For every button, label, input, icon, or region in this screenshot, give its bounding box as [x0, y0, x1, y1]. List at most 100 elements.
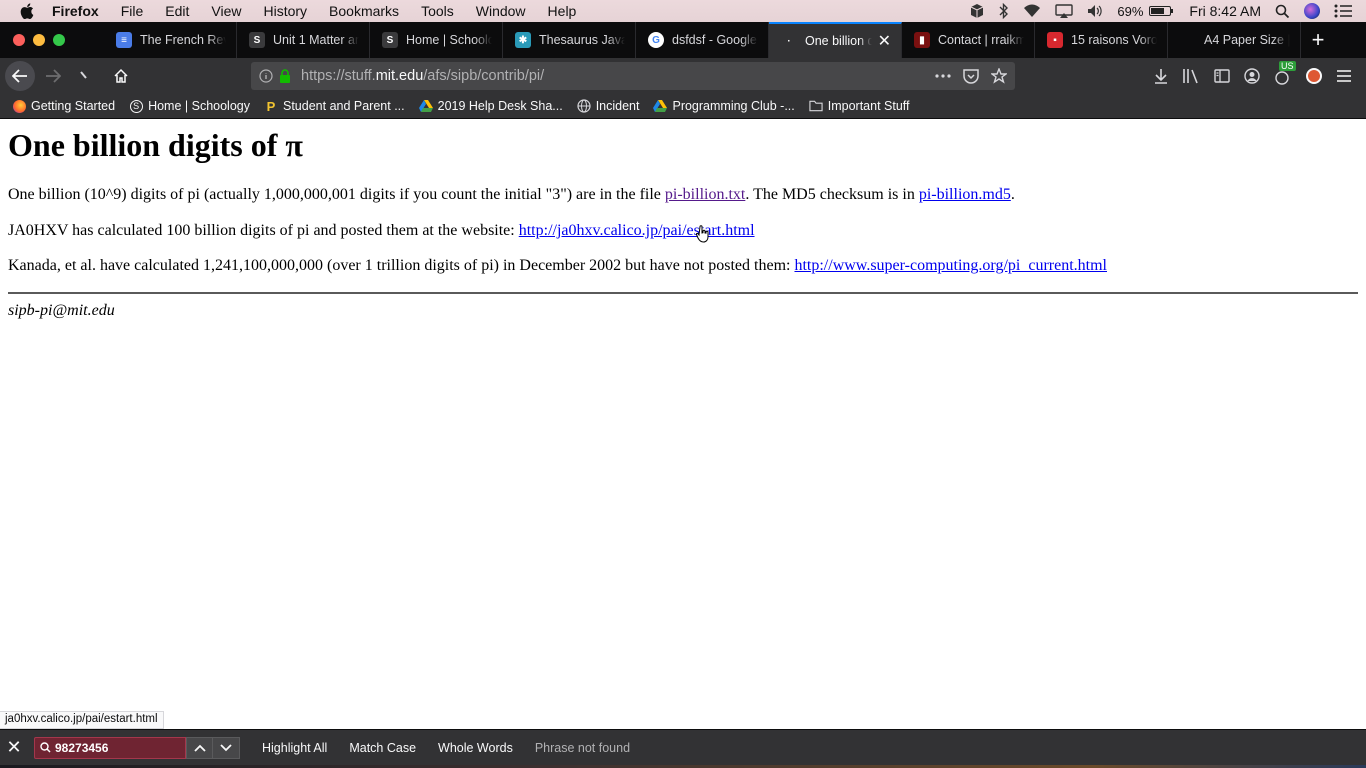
drive-icon [418, 99, 433, 113]
bookmark-label: Student and Parent ... [283, 99, 405, 113]
downloads-icon[interactable] [1154, 68, 1168, 84]
tab-title: A4 Paper Size | All info [1204, 33, 1290, 47]
account-icon[interactable] [1244, 68, 1260, 84]
clock[interactable]: Fri 8:42 AM [1189, 3, 1261, 19]
wifi-icon[interactable] [1023, 4, 1041, 18]
bookmark-label: 2019 Help Desk Sha... [437, 99, 563, 113]
stop-loading-button[interactable] [71, 62, 99, 90]
library-icon[interactable] [1182, 68, 1200, 84]
menu-app-name[interactable]: Firefox [52, 3, 99, 19]
back-button[interactable] [5, 61, 35, 91]
tab-strip: ≡ The French Revolution S Unit 1 Matter and… [0, 22, 1366, 58]
menu-bookmarks[interactable]: Bookmarks [329, 3, 399, 19]
bluetooth-icon[interactable] [999, 3, 1009, 19]
macos-menubar: Firefox File Edit View History Bookmarks… [0, 0, 1366, 22]
link-status-bar: ja0hxv.calico.jp/pai/estart.html [0, 711, 164, 729]
menu-view[interactable]: View [211, 3, 241, 19]
close-tab-icon[interactable]: ✕ [878, 31, 891, 51]
whole-words-toggle[interactable]: Whole Words [438, 741, 513, 755]
siri-icon[interactable] [1304, 3, 1320, 19]
hamburger-menu-icon[interactable] [1336, 69, 1352, 83]
notification-center-icon[interactable] [1334, 4, 1352, 18]
bookmark-star-icon[interactable] [991, 68, 1007, 84]
match-case-toggle[interactable]: Match Case [349, 741, 416, 755]
apple-icon[interactable] [20, 3, 34, 19]
url-text[interactable]: https://stuff.mit.edu/afs/sipb/contrib/p… [301, 68, 544, 84]
url-bar[interactable]: https://stuff.mit.edu/afs/sipb/contrib/p… [251, 62, 1015, 90]
bookmark-item-6[interactable]: Important Stuff [809, 99, 910, 113]
firefox-icon [12, 99, 26, 113]
battery-percent[interactable]: 69% [1117, 4, 1143, 19]
sidebar-icon[interactable] [1214, 69, 1230, 83]
find-previous-button[interactable] [186, 736, 213, 759]
close-window-button[interactable] [13, 34, 25, 46]
info-icon[interactable] [259, 69, 273, 83]
battery-icon[interactable] [1149, 6, 1174, 16]
schoology-icon: S [129, 99, 143, 113]
find-input[interactable] [55, 740, 180, 755]
tab-5[interactable]: · One billion digits ✕ [769, 22, 902, 58]
paragraph-text: JA0HXV has calculated 100 billion digits… [8, 222, 519, 239]
page-actions-icon[interactable] [935, 74, 951, 78]
bookmark-item-1[interactable]: S Home | Schoology [129, 99, 250, 113]
chevron-down-icon [220, 743, 232, 751]
bookmark-label: Programming Club -... [672, 99, 795, 113]
tab-1[interactable]: S Unit 1 Matter and [237, 22, 370, 58]
extension-vpn-icon[interactable]: US [1274, 61, 1296, 85]
google-icon: G [648, 32, 664, 48]
docs-icon: ≡ [116, 32, 132, 48]
menu-file[interactable]: File [121, 3, 144, 19]
bookmark-item-4[interactable]: Incident [577, 99, 639, 113]
tab-6[interactable]: ▮ Contact | rraikmann [902, 22, 1035, 58]
navigation-toolbar: https://stuff.mit.edu/afs/sipb/contrib/p… [0, 58, 1366, 94]
home-button[interactable] [107, 62, 135, 90]
minimize-window-button[interactable] [33, 34, 45, 46]
menu-history[interactable]: History [263, 3, 307, 19]
tab-title: Contact | rraikmann [938, 33, 1024, 47]
tab-4[interactable]: Gdsfdsf - Google Sheets [636, 22, 769, 58]
paragraph-text: One billion (10^9) digits of pi (actuall… [8, 186, 665, 203]
new-tab-button[interactable]: + [1301, 22, 1335, 58]
bookmark-item-3[interactable]: 2019 Help Desk Sha... [418, 99, 563, 113]
pi-billion-txt-link[interactable]: pi-billion.txt [665, 186, 745, 203]
tab-8[interactable]: A4 Paper Size | All info [1168, 22, 1301, 58]
tab-2[interactable]: S Home | Schoology [370, 22, 503, 58]
tab-3[interactable]: ✱ Thesaurus Javascript [503, 22, 636, 58]
paragraph-ja0hxv: JA0HXV has calculated 100 billion digits… [8, 222, 755, 240]
globe-icon [577, 99, 591, 113]
home-icon [114, 68, 128, 83]
red-square-icon: ▪ [1047, 32, 1063, 48]
contact-address: sipb-pi@mit.edu [8, 302, 115, 319]
tab-7[interactable]: ▪ 15 raisons Voronoi [1035, 22, 1168, 58]
bookmark-item-0[interactable]: Getting Started [12, 99, 115, 113]
bookmark-item-2[interactable]: P Student and Parent ... [264, 99, 405, 114]
highlight-all-toggle[interactable]: Highlight All [262, 741, 327, 755]
box-icon[interactable] [969, 3, 985, 19]
pi-billion-md5-link[interactable]: pi-billion.md5 [919, 186, 1011, 203]
menu-tools[interactable]: Tools [421, 3, 454, 19]
menu-help[interactable]: Help [548, 3, 577, 19]
zoom-window-button[interactable] [53, 34, 65, 46]
blank-icon [1180, 32, 1196, 48]
menu-edit[interactable]: Edit [165, 3, 189, 19]
airplay-icon[interactable] [1055, 3, 1074, 19]
super-computing-link[interactable]: http://www.super-computing.org/pi_curren… [794, 257, 1107, 274]
duckduckgo-icon[interactable] [1306, 68, 1322, 84]
ja0hxv-link[interactable]: http://ja0hxv.calico.jp/pai/estart.html [519, 222, 755, 239]
search-icon [40, 742, 51, 753]
spotlight-search-icon[interactable] [1275, 4, 1290, 19]
find-next-button[interactable] [213, 736, 240, 759]
close-findbar-button[interactable]: ✕ [0, 734, 28, 762]
chevron-up-icon [193, 744, 206, 752]
pocket-icon[interactable] [963, 68, 979, 84]
menu-window[interactable]: Window [476, 3, 526, 19]
volume-icon[interactable] [1087, 4, 1103, 18]
bookmark-label: Getting Started [31, 99, 116, 113]
bookmark-item-5[interactable]: Programming Club -... [653, 99, 795, 113]
forward-button[interactable] [39, 62, 67, 90]
find-field[interactable] [34, 736, 186, 759]
tab-title: The French Revolution [140, 33, 226, 47]
lock-icon[interactable] [279, 69, 291, 83]
tab-0[interactable]: ≡ The French Revolution [104, 22, 237, 58]
loading-icon: · [781, 33, 797, 49]
